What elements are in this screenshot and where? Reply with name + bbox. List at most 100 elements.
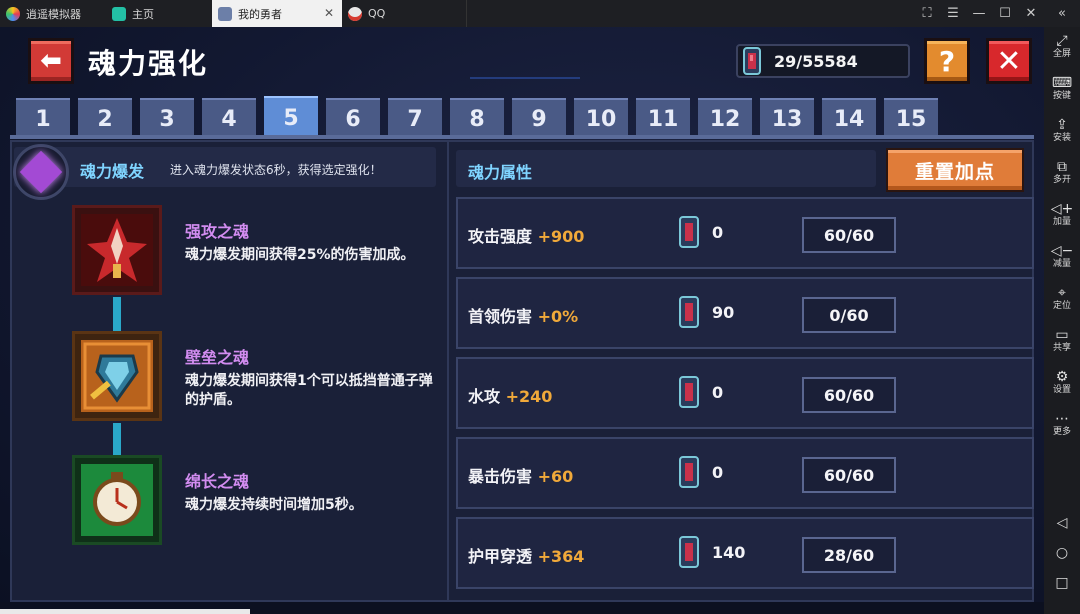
attribute-level-button[interactable]: 0/60 bbox=[802, 297, 896, 333]
tab-level-label: 6 bbox=[345, 106, 361, 132]
tab-qq[interactable]: QQ bbox=[342, 0, 467, 27]
attribute-row-boss-damage[interactable]: 首领伤害 +0% 90 0/60 bbox=[456, 277, 1034, 349]
tab-level-1[interactable]: 1 bbox=[16, 98, 70, 138]
collapse-sidebar-icon[interactable]: « bbox=[1044, 6, 1080, 21]
tab-level-12[interactable]: 12 bbox=[698, 98, 752, 138]
android-back-icon[interactable]: ◁ bbox=[1044, 515, 1080, 531]
close-tab-icon[interactable]: ✕ bbox=[324, 6, 334, 20]
attribute-name: 水攻 bbox=[468, 387, 501, 406]
tab-level-9[interactable]: 9 bbox=[512, 98, 566, 138]
sidebar-multi-instance[interactable]: ⧉ 多开 bbox=[1044, 159, 1080, 186]
attribute-name: 首领伤害 bbox=[468, 307, 533, 326]
android-home-icon[interactable]: ○ bbox=[1044, 545, 1080, 561]
attribute-cost: 90 bbox=[712, 303, 735, 322]
tab-level-4[interactable]: 4 bbox=[202, 98, 256, 138]
sidebar-settings[interactable]: ⚙ 设置 bbox=[1044, 369, 1080, 396]
sidebar-label: 共享 bbox=[1052, 343, 1071, 353]
help-icon: ? bbox=[938, 44, 956, 78]
attribute-bonus: +900 bbox=[537, 227, 585, 246]
soul-desc-assault: 魂力爆发期间获得25%的伤害加成。 bbox=[185, 247, 415, 263]
tab-level-7[interactable]: 7 bbox=[388, 98, 442, 138]
attribute-name: 攻击强度 bbox=[468, 227, 533, 246]
tab-level-8[interactable]: 8 bbox=[450, 98, 504, 138]
panel-divider bbox=[447, 142, 449, 602]
attribute-name: 护甲穿透 bbox=[468, 547, 533, 566]
tab-game-label: 我的勇者 bbox=[238, 7, 282, 21]
android-recents-icon[interactable]: □ bbox=[1044, 575, 1080, 591]
attribute-name: 暴击伤害 bbox=[468, 467, 533, 486]
sidebar-more[interactable]: ⋯ 更多 bbox=[1044, 411, 1080, 438]
multi-instance-icon: ⧉ bbox=[1057, 159, 1067, 175]
attribute-label: 首领伤害 +0% bbox=[468, 303, 578, 327]
menu-icon[interactable]: ☰ bbox=[940, 6, 966, 21]
emulator-logo-icon bbox=[6, 6, 20, 21]
back-button[interactable]: ⬅ bbox=[28, 38, 74, 84]
sidebar-label: 全屏 bbox=[1052, 49, 1071, 59]
attribute-level-button[interactable]: 60/60 bbox=[802, 457, 896, 493]
sidebar-share[interactable]: ▭ 共享 bbox=[1044, 327, 1080, 354]
tab-level-label: 4 bbox=[221, 106, 237, 132]
attribute-level-button[interactable]: 28/60 bbox=[802, 537, 896, 573]
attribute-bonus: +240 bbox=[505, 387, 553, 406]
tab-level-label: 13 bbox=[771, 106, 803, 132]
help-button[interactable]: ? bbox=[924, 38, 970, 84]
soul-connector bbox=[113, 297, 121, 333]
soul-name-assault: 强攻之魂 bbox=[185, 222, 250, 241]
soul-slot-assault[interactable] bbox=[72, 205, 162, 295]
sidebar-install[interactable]: ⇪ 安装 bbox=[1044, 117, 1080, 144]
keyboard-icon: ⌨ bbox=[1051, 75, 1073, 91]
close-window-icon[interactable]: ✕ bbox=[1018, 6, 1044, 21]
tab-level-14[interactable]: 14 bbox=[822, 98, 876, 138]
tab-level-3[interactable]: 3 bbox=[140, 98, 194, 138]
screenshot-icon[interactable]: ⛶ bbox=[914, 6, 940, 21]
reset-points-button[interactable]: 重置加点 bbox=[886, 148, 1024, 192]
soul-connector bbox=[113, 423, 121, 459]
attribute-cost: 0 bbox=[712, 223, 724, 242]
tab-level-2[interactable]: 2 bbox=[78, 98, 132, 138]
tab-home-label: 主页 bbox=[132, 7, 154, 21]
emulator-brand-tab[interactable]: 逍遥模拟器 bbox=[0, 0, 106, 27]
close-button[interactable]: ✕ bbox=[986, 38, 1032, 84]
tab-level-5[interactable]: 5 bbox=[264, 96, 318, 138]
attribute-level-button[interactable]: 60/60 bbox=[802, 217, 896, 253]
sidebar-volume-down[interactable]: ◁− 减量 bbox=[1044, 243, 1080, 270]
sidebar-label: 多开 bbox=[1052, 175, 1071, 185]
soul-slot-endurance[interactable] bbox=[72, 455, 162, 545]
attribute-label: 水攻 +240 bbox=[468, 383, 552, 407]
attribute-bonus: +364 bbox=[537, 547, 585, 566]
sidebar-keyboard[interactable]: ⌨ 按键 bbox=[1044, 75, 1080, 102]
volume-down-icon: ◁− bbox=[1050, 243, 1074, 259]
attribute-level-button[interactable]: 60/60 bbox=[802, 377, 896, 413]
soul-desc-endurance: 魂力爆发持续时间增加5秒。 bbox=[185, 497, 363, 513]
burst-title: 魂力爆发 bbox=[80, 162, 145, 181]
attribute-cost: 0 bbox=[712, 463, 724, 482]
soul-gem-icon bbox=[679, 536, 699, 568]
tab-level-11[interactable]: 11 bbox=[636, 98, 690, 138]
volume-up-icon: ◁+ bbox=[1050, 201, 1074, 217]
attribute-cost: 0 bbox=[712, 383, 724, 402]
attribute-row-crit-damage[interactable]: 暴击伤害 +60 0 60/60 bbox=[456, 437, 1034, 509]
sidebar-label: 按键 bbox=[1052, 91, 1071, 101]
soul-currency-display: 29/55584 bbox=[736, 44, 910, 78]
tab-level-13[interactable]: 13 bbox=[760, 98, 814, 138]
sidebar-location[interactable]: ⌖ 定位 bbox=[1044, 285, 1080, 312]
tab-level-label: 2 bbox=[97, 106, 113, 132]
tab-level-15[interactable]: 15 bbox=[884, 98, 938, 138]
attribute-row-armor-pierce[interactable]: 护甲穿透 +364 140 28/60 bbox=[456, 517, 1034, 589]
tab-level-label: 14 bbox=[833, 106, 865, 132]
tab-home[interactable]: 主页 bbox=[106, 0, 212, 27]
sidebar-fullscreen[interactable]: ⤢ 全屏 bbox=[1044, 33, 1080, 60]
soul-slot-bastion[interactable] bbox=[72, 331, 162, 421]
tab-level-6[interactable]: 6 bbox=[326, 98, 380, 138]
sidebar-label: 加量 bbox=[1052, 217, 1071, 227]
game-screen: ⬅ 魂力强化 29/55584 ? ✕ 1 2 3 4 5 6 7 8 9 10… bbox=[0, 27, 1044, 614]
maximize-icon[interactable]: ☐ bbox=[992, 6, 1018, 21]
sidebar-volume-up[interactable]: ◁+ 加量 bbox=[1044, 201, 1080, 228]
tab-game[interactable]: 我的勇者 ✕ bbox=[212, 0, 342, 27]
tab-level-10[interactable]: 10 bbox=[574, 98, 628, 138]
minimize-icon[interactable]: — bbox=[966, 6, 992, 21]
more-icon: ⋯ bbox=[1055, 411, 1069, 427]
attributes-title: 魂力属性 bbox=[468, 163, 533, 182]
attribute-row-water-attack[interactable]: 水攻 +240 0 60/60 bbox=[456, 357, 1034, 429]
attribute-row-attack[interactable]: 攻击强度 +900 0 60/60 bbox=[456, 197, 1034, 269]
